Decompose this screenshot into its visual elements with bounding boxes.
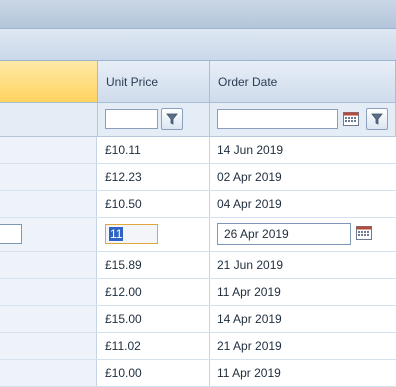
column-header-order-date[interactable]: Order Date: [210, 61, 396, 103]
order-date-cell[interactable]: 11 Apr 2019: [210, 279, 396, 305]
order-date-cell[interactable]: 14 Jun 2019: [210, 137, 396, 163]
unit-price-cell[interactable]: £10.00: [97, 360, 210, 386]
table-row[interactable]: £10.11 14 Jun 2019: [0, 137, 396, 164]
calendar-icon[interactable]: [356, 226, 372, 240]
unit-price-cell[interactable]: £10.50: [97, 191, 210, 217]
top-toolbar: [0, 0, 396, 29]
order-date-cell[interactable]: 04 Apr 2019: [210, 191, 396, 217]
funnel-filter-icon: [371, 113, 383, 125]
table-row[interactable]: £10.00 11 Apr 2019: [0, 360, 396, 387]
row-cell-first: [0, 218, 97, 251]
order-date-cell[interactable]: 02 Apr 2019: [210, 164, 396, 190]
table-row[interactable]: £11.02 21 Apr 2019: [0, 333, 396, 360]
unit-price-cell[interactable]: £12.23: [97, 164, 210, 190]
unit-price-cell[interactable]: £12.00: [97, 279, 210, 305]
unit-price-filter-input[interactable]: [105, 109, 158, 129]
table-row[interactable]: £12.00 11 Apr 2019: [0, 279, 396, 306]
unit-price-cell[interactable]: £15.89: [97, 252, 210, 278]
filter-cell-unit-price: [98, 103, 210, 137]
row-cell-first: [0, 333, 97, 359]
unit-price-filter-button[interactable]: [161, 108, 183, 130]
unit-price-cell[interactable]: £10.11: [97, 137, 210, 163]
unit-price-editor-value: 11: [109, 227, 124, 241]
row-cell-first: [0, 360, 97, 386]
column-header-selected[interactable]: [0, 61, 98, 103]
filter-cell-order-date: [210, 103, 396, 137]
row-cell-first: [0, 279, 97, 305]
unit-price-cell-editing: 11: [97, 218, 210, 251]
order-date-cell[interactable]: 21 Apr 2019: [210, 333, 396, 359]
table-row[interactable]: £12.23 02 Apr 2019: [0, 164, 396, 191]
order-date-cell[interactable]: 14 Apr 2019: [210, 306, 396, 332]
column-header-label: Order Date: [218, 75, 278, 89]
filter-cell-first: [0, 103, 98, 137]
table-row[interactable]: £15.00 14 Apr 2019: [0, 306, 396, 333]
group-panel: [0, 29, 396, 61]
unit-price-cell[interactable]: £11.02: [97, 333, 210, 359]
unit-price-editor[interactable]: 11: [105, 224, 158, 244]
calendar-icon[interactable]: [343, 112, 359, 126]
table-row[interactable]: £10.50 04 Apr 2019: [0, 191, 396, 218]
row-cell-first: [0, 306, 97, 332]
first-cell-editor[interactable]: [0, 224, 22, 244]
order-date-cell[interactable]: 21 Jun 2019: [210, 252, 396, 278]
row-cell-first: [0, 164, 97, 190]
column-header-label: Unit Price: [106, 75, 159, 89]
order-date-filter-button[interactable]: [366, 108, 388, 130]
row-cell-first: [0, 191, 97, 217]
row-cell-first: [0, 137, 97, 163]
table-row[interactable]: £15.89 21 Jun 2019: [0, 252, 396, 279]
order-date-cell[interactable]: 11 Apr 2019: [210, 360, 396, 386]
order-date-editor[interactable]: 26 Apr 2019: [217, 223, 351, 245]
order-date-cell-editing: 26 Apr 2019: [210, 218, 396, 251]
column-header-unit-price[interactable]: Unit Price: [98, 61, 210, 103]
unit-price-cell[interactable]: £15.00: [97, 306, 210, 332]
row-cell-first: [0, 252, 97, 278]
table-row-editing[interactable]: 11 26 Apr 2019: [0, 218, 396, 252]
order-date-filter-input[interactable]: [217, 109, 338, 129]
funnel-filter-icon: [166, 113, 178, 125]
